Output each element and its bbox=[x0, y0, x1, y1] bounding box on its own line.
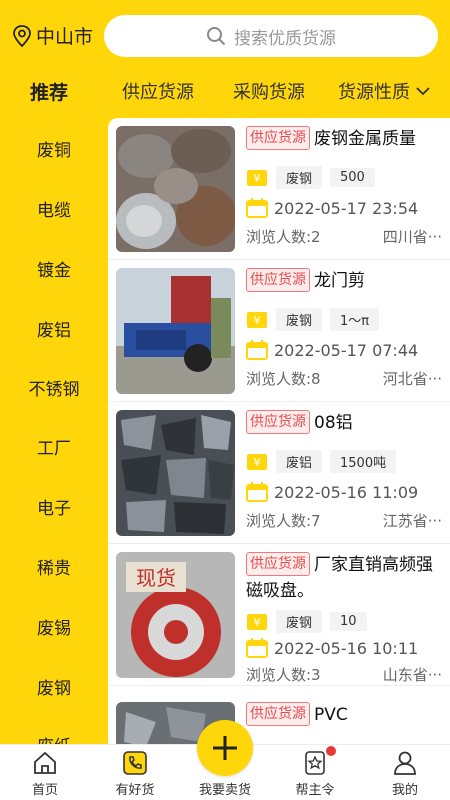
sidebar-item[interactable]: 废铝 bbox=[0, 316, 108, 341]
category-pill: 废铝 bbox=[276, 450, 323, 473]
quantity-pill: 1500吨 bbox=[330, 450, 397, 473]
star-badge-icon bbox=[305, 751, 325, 775]
listing-card[interactable]: 供应货源 PVC bbox=[108, 694, 450, 744]
sidebar-item[interactable]: 稀贵 bbox=[0, 554, 108, 579]
nav-sell-label: 我要卖货 bbox=[198, 783, 251, 798]
svg-text:¥: ¥ bbox=[254, 456, 261, 469]
nav-mine[interactable]: 我的 bbox=[360, 749, 450, 798]
tab-supply[interactable]: 供应货源 bbox=[122, 78, 194, 104]
nav-help[interactable]: 帮主令 bbox=[270, 749, 360, 798]
sidebar-item[interactable]: 不锈钢 bbox=[0, 375, 108, 400]
quantity-pill: 1～π bbox=[330, 308, 380, 331]
search-placeholder: 搜索优质货源 bbox=[234, 28, 336, 49]
category-pill: 废钢 bbox=[276, 308, 323, 331]
search-icon bbox=[207, 27, 226, 46]
status-badge: 供应货源 bbox=[246, 126, 310, 150]
svg-text:¥: ¥ bbox=[254, 172, 261, 185]
sidebar-item[interactable]: 工厂 bbox=[0, 434, 108, 459]
status-badge: 供应货源 bbox=[246, 702, 310, 726]
calendar-icon bbox=[246, 340, 268, 360]
price-tag-icon: ¥ bbox=[247, 169, 267, 186]
listing-title: 08铝 bbox=[314, 413, 353, 433]
sidebar-item[interactable]: 电子 bbox=[0, 494, 108, 519]
quantity-pill: 500 bbox=[330, 168, 375, 187]
region-label: 江苏省··· bbox=[382, 512, 442, 530]
price-tag-icon: ¥ bbox=[247, 311, 267, 328]
nav-help-label: 帮主令 bbox=[295, 783, 335, 798]
phone-icon bbox=[123, 751, 147, 775]
calendar-icon bbox=[246, 482, 268, 502]
sidebar-item[interactable]: 废纸 bbox=[0, 732, 108, 744]
location-pin-icon bbox=[13, 24, 31, 47]
category-pill: 废钢 bbox=[276, 610, 323, 633]
sidebar-item[interactable]: 镀金 bbox=[0, 256, 108, 281]
sidebar-item[interactable]: 废铜 bbox=[0, 136, 108, 161]
nav-home[interactable]: 首页 bbox=[0, 749, 90, 798]
listing-card[interactable]: 供应货源 废钢金属质量 ¥ 废钢 500 2022-05-17 23:54 浏览人… bbox=[108, 118, 450, 260]
region-label: 河北省··· bbox=[382, 370, 442, 388]
user-icon bbox=[394, 751, 416, 775]
quantity-pill: 10 bbox=[330, 612, 367, 631]
listing-image bbox=[116, 410, 235, 536]
location-selector[interactable]: 中山市 bbox=[12, 22, 93, 49]
sidebar-item[interactable]: 废锡 bbox=[0, 614, 108, 639]
listing-card[interactable]: 供应货源 08铝 ¥ 废铝 1500吨 2022-05-16 11:09 浏览人数… bbox=[108, 402, 450, 544]
status-badge: 供应货源 bbox=[246, 410, 310, 434]
status-badge: 供应货源 bbox=[246, 552, 310, 576]
sidebar-item[interactable]: 废钢 bbox=[0, 674, 108, 699]
top-bar: 中山市 搜索优质货源 bbox=[0, 0, 450, 68]
status-badge: 供应货源 bbox=[246, 268, 310, 292]
sidebar-item[interactable]: 电缆 bbox=[0, 196, 108, 221]
tab-purchase[interactable]: 采购货源 bbox=[233, 78, 305, 104]
category-tabs: 推荐 供应货源 采购货源 货源性质 bbox=[0, 68, 450, 116]
chevron-down-icon bbox=[416, 87, 430, 96]
tab-nature-dropdown[interactable]: 货源性质 bbox=[338, 78, 430, 104]
search-input[interactable]: 搜索优质货源 bbox=[104, 15, 438, 57]
sidebar: 废铜 电缆 镀金 废铝 不锈钢 工厂 电子 稀贵 废锡 废钢 废纸 bbox=[0, 118, 108, 744]
listing-card[interactable]: 供应货源 龙门剪 ¥ 废钢 1～π 2022-05-17 07:44 浏览人数:8… bbox=[108, 260, 450, 402]
add-listing-button[interactable] bbox=[197, 720, 253, 776]
nav-home-label: 首页 bbox=[31, 783, 58, 798]
nav-goods[interactable]: 有好货 bbox=[90, 749, 180, 798]
tab-nature-label: 货源性质 bbox=[338, 82, 410, 103]
svg-text:现货: 现货 bbox=[136, 566, 176, 590]
plus-icon bbox=[213, 736, 237, 760]
tab-recommend[interactable]: 推荐 bbox=[30, 78, 68, 105]
listing-title: 废钢金属质量 bbox=[314, 129, 416, 149]
view-count: 浏览人数:7 bbox=[246, 512, 321, 530]
nav-mine-label: 我的 bbox=[391, 783, 418, 798]
view-count: 浏览人数:3 bbox=[246, 666, 321, 684]
listing-image bbox=[116, 268, 235, 394]
listing-date: 2022-05-17 07:44 bbox=[274, 340, 419, 360]
listing-title: PVC bbox=[314, 705, 348, 725]
region-label: 四川省··· bbox=[382, 228, 442, 246]
home-icon bbox=[34, 751, 56, 774]
price-tag-icon: ¥ bbox=[247, 613, 267, 630]
listing-date: 2022-05-16 11:09 bbox=[274, 482, 419, 502]
price-tag-icon: ¥ bbox=[247, 453, 267, 470]
notification-dot bbox=[326, 746, 336, 756]
region-label: 山东省··· bbox=[382, 666, 442, 684]
view-count: 浏览人数:2 bbox=[246, 228, 321, 246]
view-count: 浏览人数:8 bbox=[246, 370, 321, 388]
nav-sell[interactable]: 我要卖货 bbox=[180, 779, 270, 798]
listing-card[interactable]: 现货 供应货源 厂家直销高频强磁吸盘。 ¥ 废钢 10 2022-05-16 10… bbox=[108, 544, 450, 686]
listing-image: 现货 bbox=[116, 552, 235, 678]
svg-text:¥: ¥ bbox=[254, 314, 261, 327]
city-label: 中山市 bbox=[36, 26, 94, 48]
category-pill: 废钢 bbox=[276, 166, 323, 189]
listing-panel: 供应货源 废钢金属质量 ¥ 废钢 500 2022-05-17 23:54 浏览人… bbox=[108, 118, 450, 744]
nav-goods-label: 有好货 bbox=[115, 783, 155, 798]
calendar-icon bbox=[246, 198, 268, 218]
listing-date: 2022-05-16 10:11 bbox=[274, 638, 419, 658]
svg-text:¥: ¥ bbox=[254, 616, 261, 629]
listing-date: 2022-05-17 23:54 bbox=[274, 198, 419, 218]
calendar-icon bbox=[246, 638, 268, 658]
listing-image bbox=[116, 126, 235, 252]
listing-title: 龙门剪 bbox=[314, 271, 365, 291]
